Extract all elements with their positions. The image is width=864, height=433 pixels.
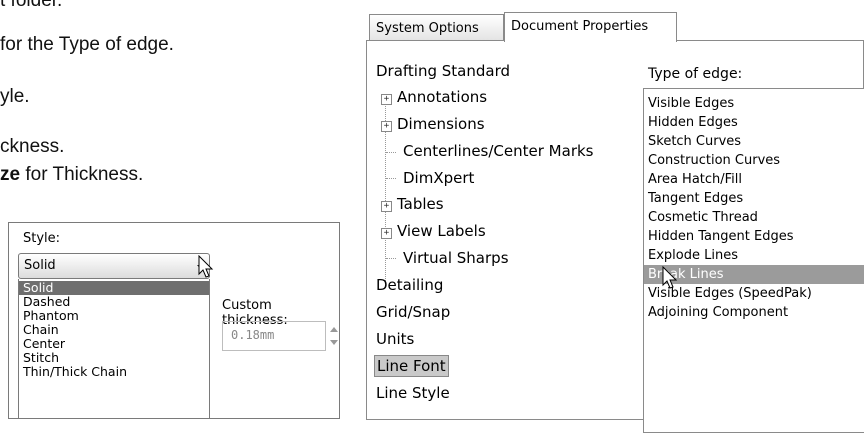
edge-type-item[interactable]: Sketch Curves (644, 132, 864, 151)
spin-up-icon[interactable] (330, 327, 338, 332)
style-panel: Style: Solid Solid Dashed Phantom Chain … (8, 222, 340, 419)
expand-plus-icon[interactable]: + (381, 94, 392, 105)
expand-plus-icon[interactable]: + (381, 121, 392, 132)
tree-item-virtual-sharps[interactable]: Virtual Sharps (403, 248, 509, 268)
type-of-edge-list[interactable]: Visible Edges Hidden Edges Sketch Curves… (643, 88, 864, 433)
style-option[interactable]: Solid (19, 281, 209, 295)
tab-document-properties[interactable]: Document Properties (504, 12, 677, 42)
tree-item-centerlines[interactable]: Centerlines/Center Marks (403, 141, 593, 161)
tree-item-dimensions[interactable]: Dimensions (397, 114, 485, 134)
style-dropdown[interactable]: Solid (18, 253, 210, 279)
doc-text-line-4: ckness. (0, 136, 65, 157)
tree-item-drafting-standard[interactable]: Drafting Standard (376, 61, 510, 81)
custom-thickness-input[interactable]: 0.18mm (222, 321, 326, 351)
tree-item-units[interactable]: Units (376, 329, 414, 349)
tree-connector (386, 258, 396, 259)
style-option[interactable]: Dashed (19, 295, 209, 309)
edge-type-item[interactable]: Hidden Edges (644, 113, 864, 132)
tree-item-view-labels[interactable]: View Labels (397, 221, 486, 241)
type-of-edge-label: Type of edge: (648, 66, 743, 82)
mouse-cursor-icon (662, 266, 678, 289)
doc-text-line-5: ze for Thickness. (0, 164, 143, 186)
style-option[interactable]: Phantom (19, 309, 209, 323)
tree-item-grid-snap[interactable]: Grid/Snap (376, 302, 450, 322)
edge-type-item[interactable]: Construction Curves (644, 151, 864, 170)
tab-system-options[interactable]: System Options (369, 14, 504, 42)
tree-item-tables[interactable]: Tables (397, 194, 444, 214)
style-option[interactable]: Thin/Thick Chain (19, 365, 209, 379)
edge-type-item[interactable]: Cosmetic Thread (644, 208, 864, 227)
edge-type-item[interactable]: Area Hatch/Fill (644, 170, 864, 189)
tree-item-detailing[interactable]: Detailing (376, 275, 443, 295)
doc-text-bold: ze (0, 164, 21, 185)
edge-type-item[interactable]: Visible Edges (644, 94, 864, 113)
style-label: Style: (23, 231, 61, 246)
style-options-list[interactable]: Solid Dashed Phantom Chain Center Stitch… (18, 279, 210, 419)
doc-text-line-3: yle. (0, 86, 30, 107)
style-option[interactable]: Center (19, 337, 209, 351)
edge-type-item[interactable]: Hidden Tangent Edges (644, 227, 864, 246)
thickness-spinner[interactable] (327, 321, 339, 351)
expand-plus-icon[interactable]: + (381, 201, 392, 212)
style-option[interactable]: Stitch (19, 351, 209, 365)
tree-item-line-font[interactable]: Line Font (374, 355, 449, 377)
tree-connector (386, 152, 396, 153)
spin-down-icon[interactable] (330, 340, 338, 345)
doc-text-line-2: for the Type of edge. (0, 34, 174, 55)
doc-text-line-1: t folder. (0, 0, 63, 11)
edge-type-item[interactable]: Adjoining Component (644, 303, 864, 322)
doc-text-rest: for Thickness. (20, 164, 144, 185)
style-option[interactable]: Chain (19, 323, 209, 337)
edge-type-item[interactable]: Explode Lines (644, 246, 864, 265)
tree-item-annotations[interactable]: Annotations (397, 87, 487, 107)
tree-connector (386, 178, 396, 179)
mouse-cursor-icon (198, 255, 214, 278)
tree-item-line-style[interactable]: Line Style (376, 383, 450, 403)
expand-plus-icon[interactable]: + (381, 228, 392, 239)
style-dropdown-value: Solid (24, 258, 56, 273)
document-properties-panel: Drafting Standard + Annotations + Dimens… (366, 40, 864, 433)
tree-item-dimxpert[interactable]: DimXpert (403, 168, 474, 188)
edge-type-item[interactable]: Tangent Edges (644, 189, 864, 208)
